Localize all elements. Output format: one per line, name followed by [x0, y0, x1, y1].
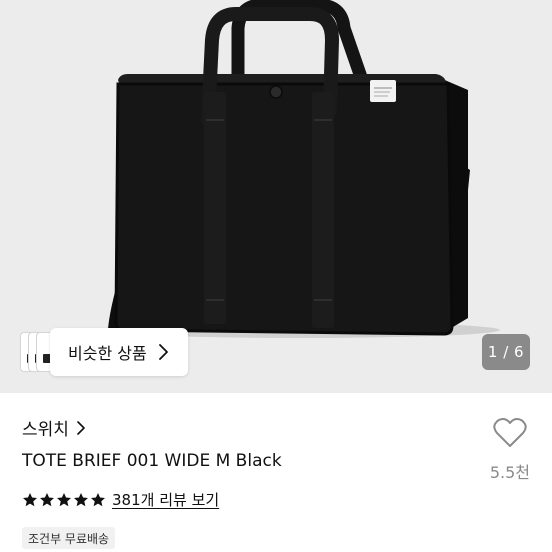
star-icon — [91, 492, 105, 506]
chevron-right-icon — [77, 420, 85, 435]
product-info: 스위치 TOTE BRIEF 001 WIDE M Black 381개 리뷰 … — [0, 393, 552, 552]
heart-icon[interactable] — [492, 417, 528, 449]
star-icon — [23, 492, 37, 506]
chevron-right-icon — [158, 344, 168, 360]
rating-row: 381개 리뷰 보기 — [22, 489, 219, 510]
brand-name: 스위치 — [22, 420, 69, 440]
shipping-badge: 조건부 무료배송 — [22, 527, 116, 549]
similar-products-label: 비슷한 상품 — [68, 344, 147, 363]
similar-products-button[interactable]: 비슷한 상품 — [50, 328, 188, 376]
similar-products[interactable]: 비슷한 상품 — [20, 328, 188, 376]
product-title: TOTE BRIEF 001 WIDE M Black — [22, 451, 282, 471]
star-icon — [57, 492, 71, 506]
star-icon — [74, 492, 88, 506]
star-icon — [40, 492, 54, 506]
brand-link[interactable]: 스위치 — [22, 415, 85, 440]
image-counter: 1 / 6 — [482, 334, 530, 370]
product-image-gallery[interactable]: 비슷한 상품 1 / 6 — [0, 0, 552, 393]
star-rating — [22, 492, 106, 508]
like-count: 5.5천 — [489, 463, 530, 482]
reviews-link[interactable]: 381개 리뷰 보기 — [112, 489, 219, 510]
